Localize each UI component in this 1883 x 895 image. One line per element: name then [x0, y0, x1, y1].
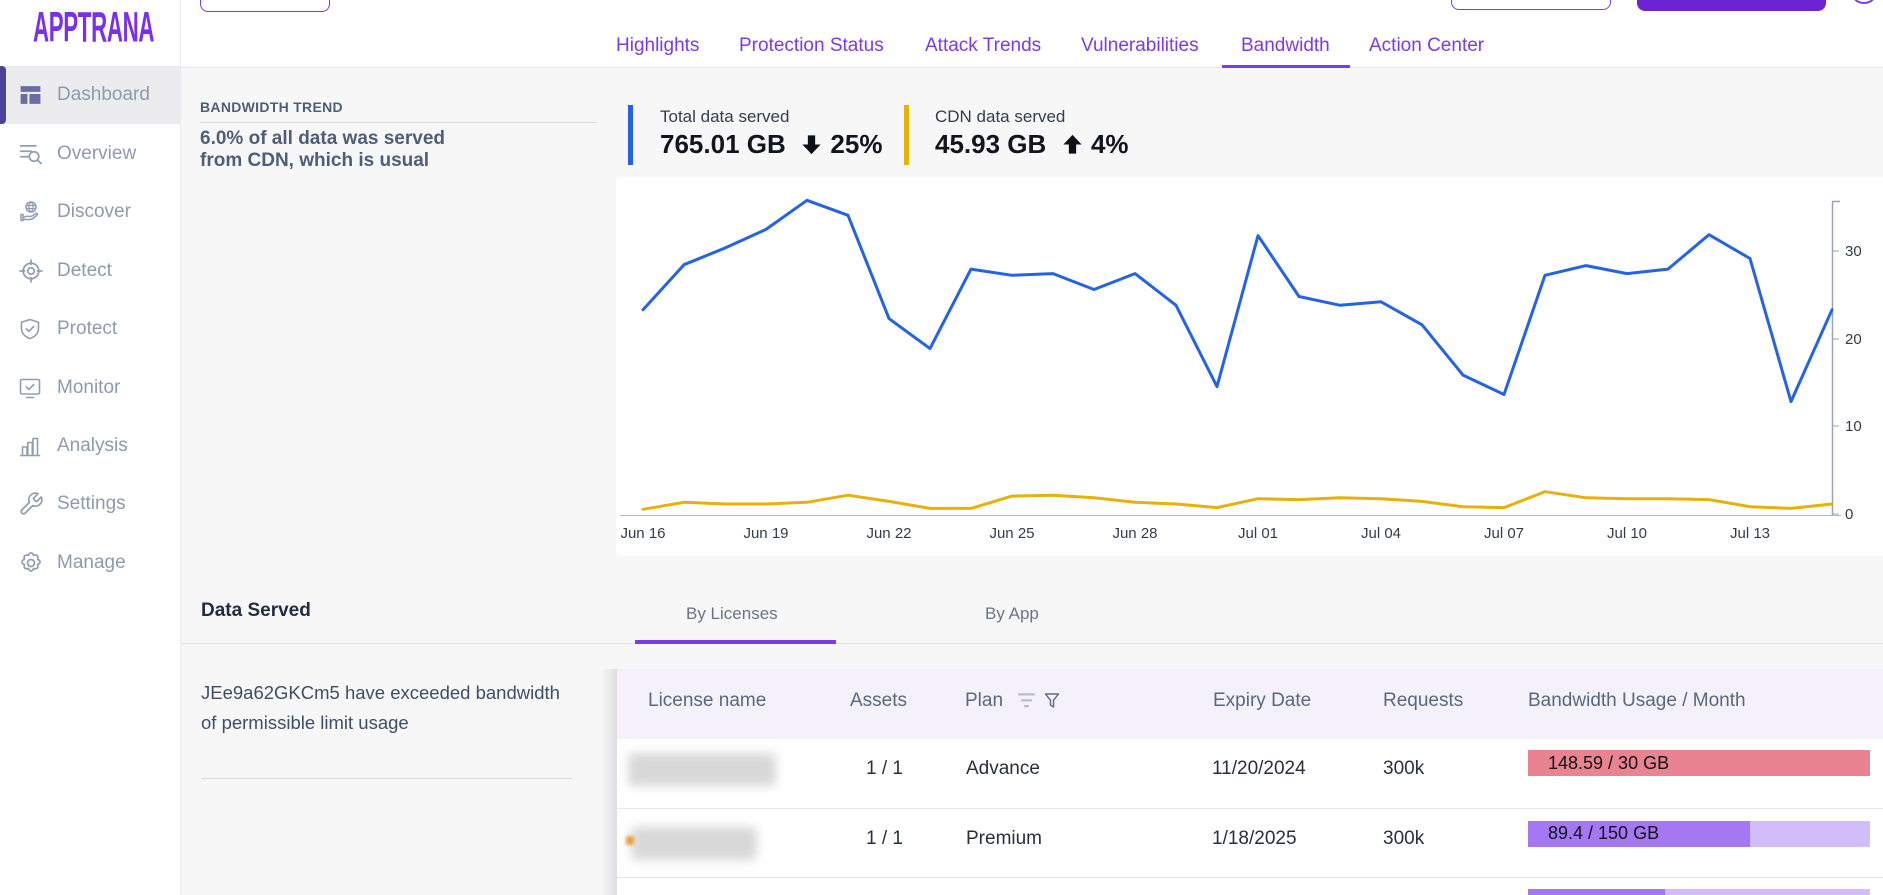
svg-text:Jun 25: Jun 25 — [989, 525, 1034, 542]
svg-text:Jul 10: Jul 10 — [1607, 525, 1647, 542]
svg-text:Jun 28: Jun 28 — [1112, 525, 1157, 542]
svg-text:10: 10 — [1845, 418, 1862, 435]
svg-text:Jun 22: Jun 22 — [866, 525, 911, 542]
svg-text:0: 0 — [1845, 506, 1853, 523]
svg-text:Jul 01: Jul 01 — [1238, 525, 1278, 542]
svg-text:Jun 19: Jun 19 — [743, 525, 788, 542]
svg-text:20: 20 — [1845, 331, 1862, 348]
svg-text:Jun 16: Jun 16 — [620, 525, 665, 542]
svg-text:Jul 07: Jul 07 — [1484, 525, 1524, 542]
svg-text:30: 30 — [1845, 243, 1862, 260]
svg-text:Jul 13: Jul 13 — [1730, 525, 1770, 542]
svg-text:Jul 04: Jul 04 — [1361, 525, 1401, 542]
